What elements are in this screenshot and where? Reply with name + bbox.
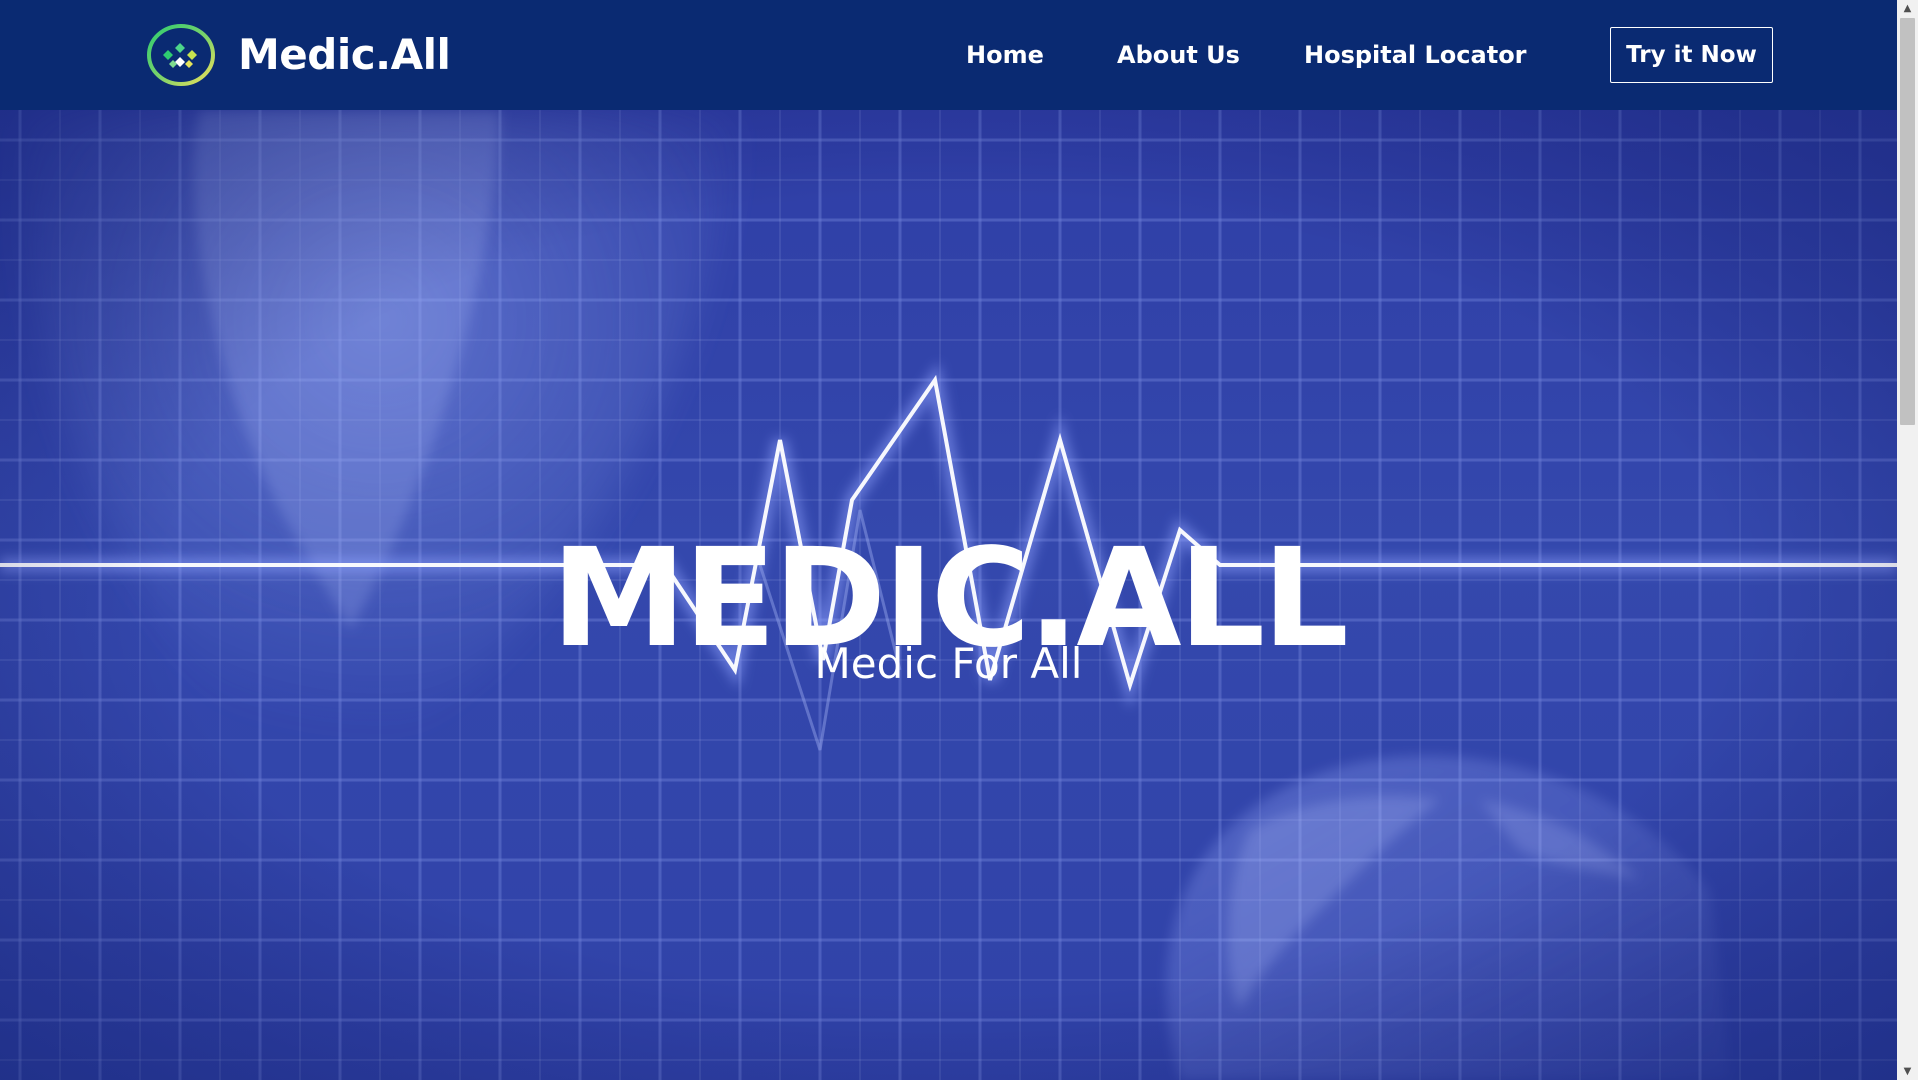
vertical-scrollbar[interactable]: ▲ ▼ xyxy=(1897,0,1918,1080)
page: Medic.All Home About Us Hospital Locator… xyxy=(0,0,1918,1080)
try-it-now-button[interactable]: Try it Now xyxy=(1610,27,1773,83)
scrollbar-thumb[interactable] xyxy=(1900,18,1915,425)
nav-about-us-link[interactable]: About Us xyxy=(1117,38,1240,72)
nav-hospital-locator-link[interactable]: Hospital Locator xyxy=(1304,38,1527,72)
scroll-up-arrow-icon[interactable]: ▲ xyxy=(1897,0,1918,17)
hero-subtitle: Medic For All xyxy=(814,639,1083,688)
nav-home-link[interactable]: Home xyxy=(966,38,1044,72)
scroll-down-arrow-icon[interactable]: ▼ xyxy=(1897,1063,1918,1080)
hero-section: MEDIC.ALL Medic For All xyxy=(0,110,1897,1080)
navbar: Medic.All Home About Us Hospital Locator… xyxy=(0,0,1897,110)
